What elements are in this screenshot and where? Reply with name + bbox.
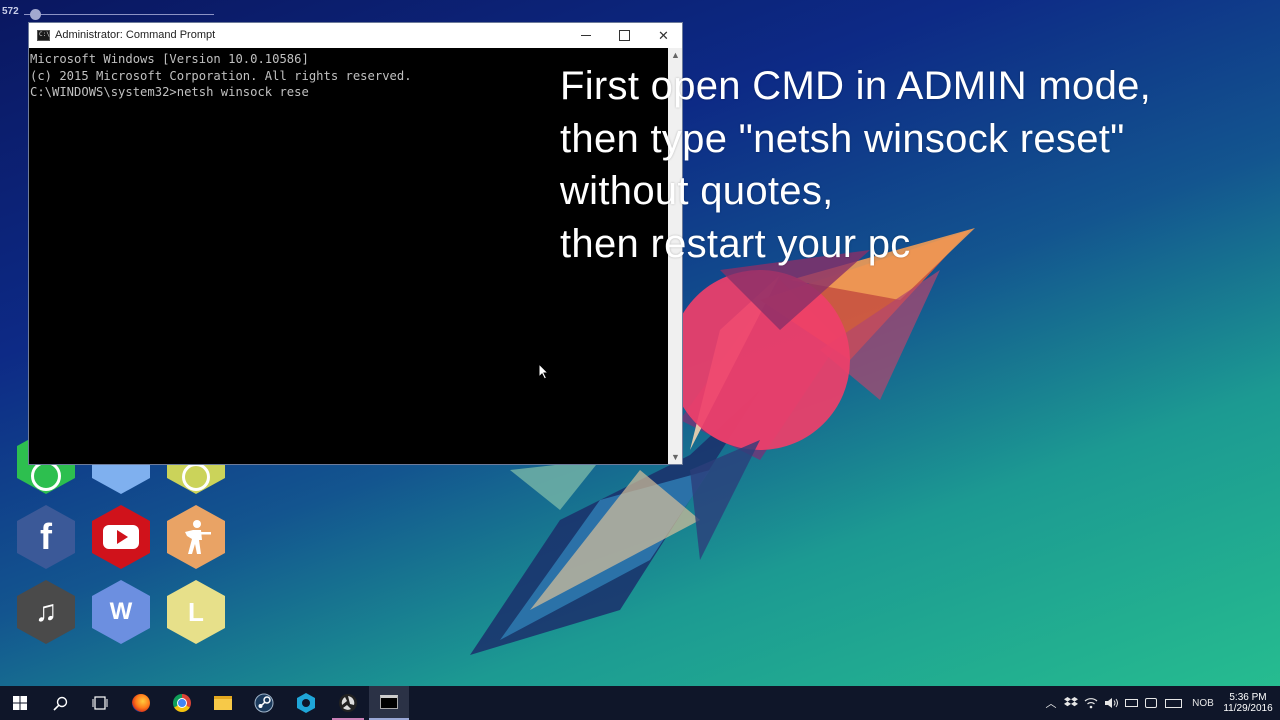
desktop-icon-music[interactable]: ♫ [17,580,75,644]
scroll-down-arrow-icon[interactable]: ▼ [671,452,680,462]
tray-dropbox[interactable] [1062,686,1080,720]
taskbar-blue-hex-app[interactable] [286,686,326,720]
wifi-icon [1084,698,1098,709]
task-view-button[interactable] [80,686,120,720]
minimize-icon [580,35,591,36]
command-prompt-icon [380,695,398,709]
scroll-up-arrow-icon[interactable]: ▲ [671,50,680,60]
desktop-icon-l-app[interactable]: L [167,580,225,644]
input-language-label: NOB [1192,697,1214,709]
instruction-line: without quotes, [560,169,834,213]
search-icon [52,696,67,711]
instruction-line: then type "netsh winsock reset" [560,116,1125,161]
facebook-icon: f [40,516,52,557]
blue-hex-app-icon [297,693,315,713]
tray-network[interactable] [1082,686,1100,720]
tray-volume[interactable] [1102,686,1120,720]
keyboard-icon [1164,698,1182,708]
taskbar-command-prompt[interactable] [369,686,409,720]
window-titlebar[interactable]: C:\ Administrator: Command Prompt ✕ [29,23,682,48]
tray-action-center[interactable] [1142,686,1160,720]
start-button[interactable] [0,686,40,720]
firefox-icon [132,694,150,712]
clock-time: 5:36 PM [1229,692,1267,703]
taskbar-steam[interactable] [244,686,284,720]
taskbar-chrome[interactable] [162,686,202,720]
top-indicator-label: 572 [2,6,19,17]
desktop-icon-counter-strike[interactable] [167,505,225,569]
chrome-icon [173,694,191,712]
battery-plug-icon [1124,699,1138,707]
top-indicator-track [24,14,214,15]
top-indicator: 572 [0,2,230,20]
tray-keyboard[interactable] [1162,686,1184,720]
close-button[interactable]: ✕ [644,23,683,48]
show-hidden-icons-button[interactable]: ︿ [1042,686,1060,720]
tray-power[interactable] [1122,686,1140,720]
notification-icon [1145,698,1157,708]
minimize-button[interactable] [566,23,605,48]
close-icon: ✕ [658,27,669,43]
taskbar-file-explorer[interactable] [203,686,243,720]
steam-icon [254,693,274,713]
desktop-icon-facebook[interactable]: f [17,505,75,569]
desktop-icon-word[interactable]: W [92,580,150,644]
volume-icon [1104,698,1118,708]
taskbar: ︿ NOB 5:36 PM 11/29/2016 [0,686,1280,720]
youtube-icon [103,525,139,549]
instruction-line: then restart your pc [560,221,911,266]
soldier-icon [185,520,211,554]
chevron-up-icon: ︿ [1045,698,1057,710]
desktop-icon-youtube[interactable] [92,505,150,569]
file-explorer-icon [214,696,232,710]
windows-start-icon [13,696,27,710]
top-indicator-dot[interactable] [30,9,41,20]
dropbox-icon [1064,697,1078,707]
chrome-gold-icon [182,463,210,491]
maximize-button[interactable] [605,23,644,48]
task-view-icon [92,696,108,710]
search-button[interactable] [40,686,80,720]
command-prompt-app-icon: C:\ [37,30,50,41]
l-app-icon: L [188,596,204,627]
taskbar-obs[interactable] [328,686,368,720]
word-icon: W [109,598,133,625]
clock-date: 11/29/2016 [1223,703,1273,714]
instruction-line: First open CMD in ADMIN mode, [560,64,1152,108]
obs-icon [339,694,357,712]
tray-clock[interactable]: 5:36 PM 11/29/2016 [1218,686,1278,720]
taskbar-firefox[interactable] [121,686,161,720]
tray-input-language[interactable]: NOB [1188,686,1218,720]
music-note-icon: ♫ [34,595,58,628]
window-title: Administrator: Command Prompt [55,29,216,41]
mouse-cursor-icon [538,363,550,380]
whatsapp-icon [31,461,61,491]
maximize-icon [619,30,630,41]
instruction-overlay: First open CMD in ADMIN mode, then type … [560,60,1275,270]
